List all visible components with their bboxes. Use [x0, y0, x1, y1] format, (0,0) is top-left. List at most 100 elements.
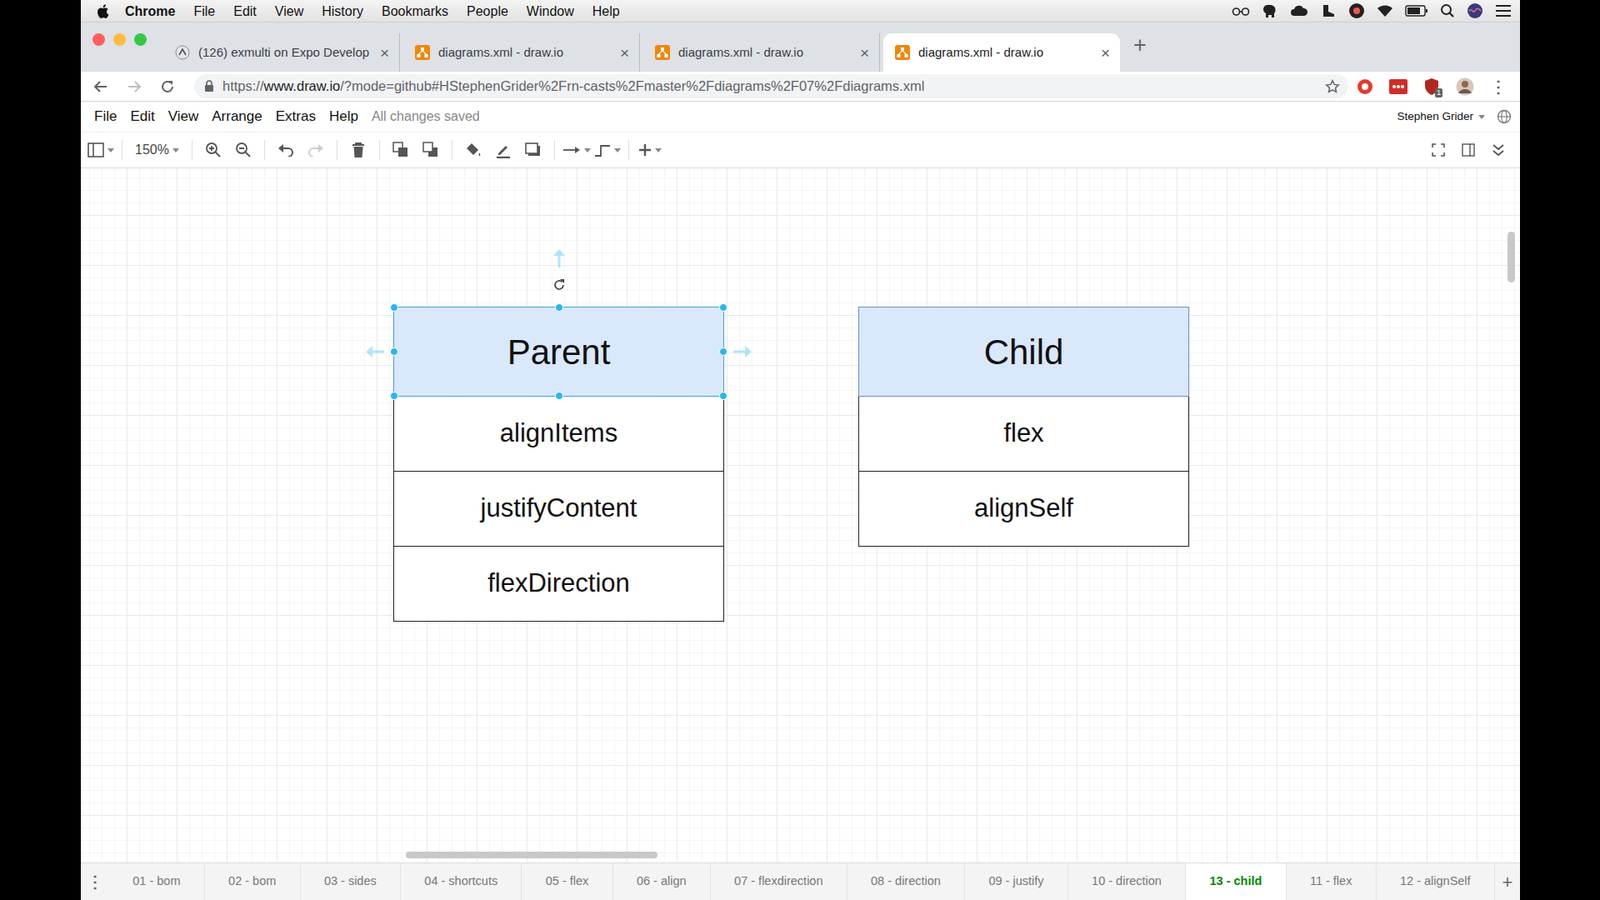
browser-tab[interactable]: (126) exmulti on Expo Develop×: [163, 33, 400, 72]
page-tab[interactable]: 01 - bom: [109, 863, 205, 900]
caret-icon[interactable]: [1478, 115, 1485, 120]
resize-handle[interactable]: [390, 303, 399, 312]
resize-handle[interactable]: [719, 391, 728, 400]
star-icon[interactable]: [1325, 79, 1340, 95]
page-tab[interactable]: 04 - shortcuts: [400, 863, 522, 900]
horizontal-scrollbar[interactable]: [405, 851, 658, 859]
profile-avatar-icon[interactable]: [1448, 73, 1482, 100]
shadow-button[interactable]: [520, 136, 547, 164]
undo-button[interactable]: [272, 136, 300, 164]
resize-handle[interactable]: [719, 303, 728, 312]
node-row[interactable]: alignItems: [393, 396, 725, 472]
resize-handle[interactable]: [555, 303, 564, 312]
back-arrow-icon[interactable]: [84, 73, 118, 100]
shield-icon[interactable]: 1: [1415, 73, 1449, 100]
siri-icon[interactable]: [1466, 2, 1484, 20]
diagram-node[interactable]: ChildflexalignSelf: [858, 306, 1190, 547]
minimize-window-button[interactable]: [113, 33, 126, 46]
page-tab[interactable]: 05 - flex: [521, 863, 613, 900]
to-back-button[interactable]: [417, 136, 445, 164]
format-panel-icon[interactable]: [1455, 136, 1482, 164]
app-menu-item[interactable]: Help: [322, 105, 365, 128]
browser-tab[interactable]: diagrams.xml - draw.io×: [883, 33, 1120, 72]
lock-icon[interactable]: [204, 80, 215, 93]
page-tab[interactable]: 12 - alignSelf: [1376, 863, 1495, 900]
close-window-button[interactable]: [92, 33, 105, 46]
wifi-icon[interactable]: [1376, 4, 1394, 18]
glasses-icon[interactable]: [1231, 5, 1250, 17]
globe-icon[interactable]: [1496, 109, 1512, 125]
page-tab[interactable]: 02 - bom: [205, 863, 301, 900]
node-row[interactable]: justifyContent: [393, 471, 725, 547]
arrow-left-icon[interactable]: [365, 345, 385, 358]
page-tab[interactable]: 07 - flexdirection: [710, 863, 848, 900]
page-tab[interactable]: 10 - direction: [1068, 863, 1186, 900]
list-icon[interactable]: [1495, 4, 1512, 18]
system-menu-item[interactable]: Help: [583, 0, 630, 23]
forward-arrow-icon[interactable]: [117, 73, 151, 100]
elephant-icon[interactable]: [1261, 3, 1279, 19]
node-row[interactable]: alignSelf: [858, 471, 1190, 547]
add-page-button[interactable]: +: [1495, 863, 1520, 900]
trash-button[interactable]: [345, 136, 372, 164]
node-header[interactable]: Child: [858, 306, 1190, 397]
resize-handle[interactable]: [390, 391, 399, 400]
to-front-button[interactable]: [387, 136, 415, 164]
app-menu-item[interactable]: File: [87, 105, 124, 128]
page-tab[interactable]: 08 - direction: [847, 863, 965, 900]
waypoints-button[interactable]: [594, 136, 621, 164]
resize-handle[interactable]: [719, 347, 728, 356]
system-menu-item[interactable]: View: [265, 0, 313, 23]
browser-tab[interactable]: diagrams.xml - draw.io×: [403, 33, 640, 72]
url-text[interactable]: https://www.draw.io/?mode=github#HStephe…: [222, 75, 1317, 97]
app-menu-item[interactable]: Extras: [269, 105, 323, 128]
node-row[interactable]: flex: [858, 396, 1190, 472]
diagram-node[interactable]: ParentalignItemsjustifyContentflexDirect…: [393, 306, 725, 622]
page-tab[interactable]: 11 - flex: [1286, 863, 1377, 900]
node-header[interactable]: Parent: [393, 306, 725, 397]
adblock-icon[interactable]: [1348, 73, 1382, 100]
zoom-in-button[interactable]: [200, 136, 227, 164]
app-menu-item[interactable]: View: [161, 105, 206, 128]
fullscreen-icon[interactable]: [1425, 136, 1452, 164]
pages-menu-button[interactable]: ⋮: [80, 863, 110, 900]
tab-close-button[interactable]: ×: [380, 45, 390, 61]
apple-icon[interactable]: [95, 3, 110, 20]
node-row[interactable]: flexDirection: [393, 546, 725, 622]
zoom-window-button[interactable]: [134, 33, 147, 46]
page-tab[interactable]: 13 - child: [1185, 863, 1286, 900]
boot-icon[interactable]: [1320, 3, 1337, 19]
plus-button[interactable]: [636, 136, 664, 164]
page-tab[interactable]: 03 - sides: [300, 863, 401, 900]
system-menu-item[interactable]: Window: [517, 0, 584, 23]
redo-button[interactable]: [302, 136, 330, 164]
system-menu-item[interactable]: Bookmarks: [372, 0, 458, 23]
diagram-canvas[interactable]: ParentalignItemsjustifyContentflexDirect…: [80, 168, 1520, 863]
system-menu-item[interactable]: People: [457, 0, 518, 23]
zoom-out-button[interactable]: [230, 136, 257, 164]
line-color-button[interactable]: [490, 136, 517, 164]
app-menu-item[interactable]: Edit: [123, 105, 161, 128]
tab-close-button[interactable]: ×: [860, 45, 870, 61]
fill-bucket-button[interactable]: [460, 136, 487, 164]
user-name[interactable]: Stephen Grider: [1396, 108, 1474, 125]
collapse-icon[interactable]: [1485, 136, 1512, 164]
vertical-scrollbar[interactable]: [1507, 231, 1515, 283]
cloud-icon[interactable]: [1290, 4, 1309, 18]
sidebar-button[interactable]: [87, 136, 115, 164]
record-icon[interactable]: [1348, 2, 1365, 20]
connection-arrow-button[interactable]: [562, 136, 591, 164]
search-icon[interactable]: [1440, 3, 1455, 19]
address-bar[interactable]: https://www.draw.io/?mode=github#HStephe…: [194, 74, 1349, 99]
system-menu-item[interactable]: Edit: [224, 0, 266, 23]
browser-tab[interactable]: diagrams.xml - draw.io×: [643, 33, 880, 72]
app-menu-title[interactable]: Chrome: [115, 0, 185, 23]
system-menu-item[interactable]: History: [312, 0, 373, 23]
reload-icon[interactable]: [150, 73, 185, 100]
system-menu-item[interactable]: File: [184, 0, 225, 23]
page-tab[interactable]: 06 - align: [613, 863, 711, 900]
arrow-right-icon[interactable]: [733, 345, 752, 358]
new-tab-button[interactable]: +: [1123, 34, 1157, 60]
page-tab[interactable]: 09 - justify: [965, 863, 1069, 900]
tab-close-button[interactable]: ×: [1100, 45, 1110, 61]
